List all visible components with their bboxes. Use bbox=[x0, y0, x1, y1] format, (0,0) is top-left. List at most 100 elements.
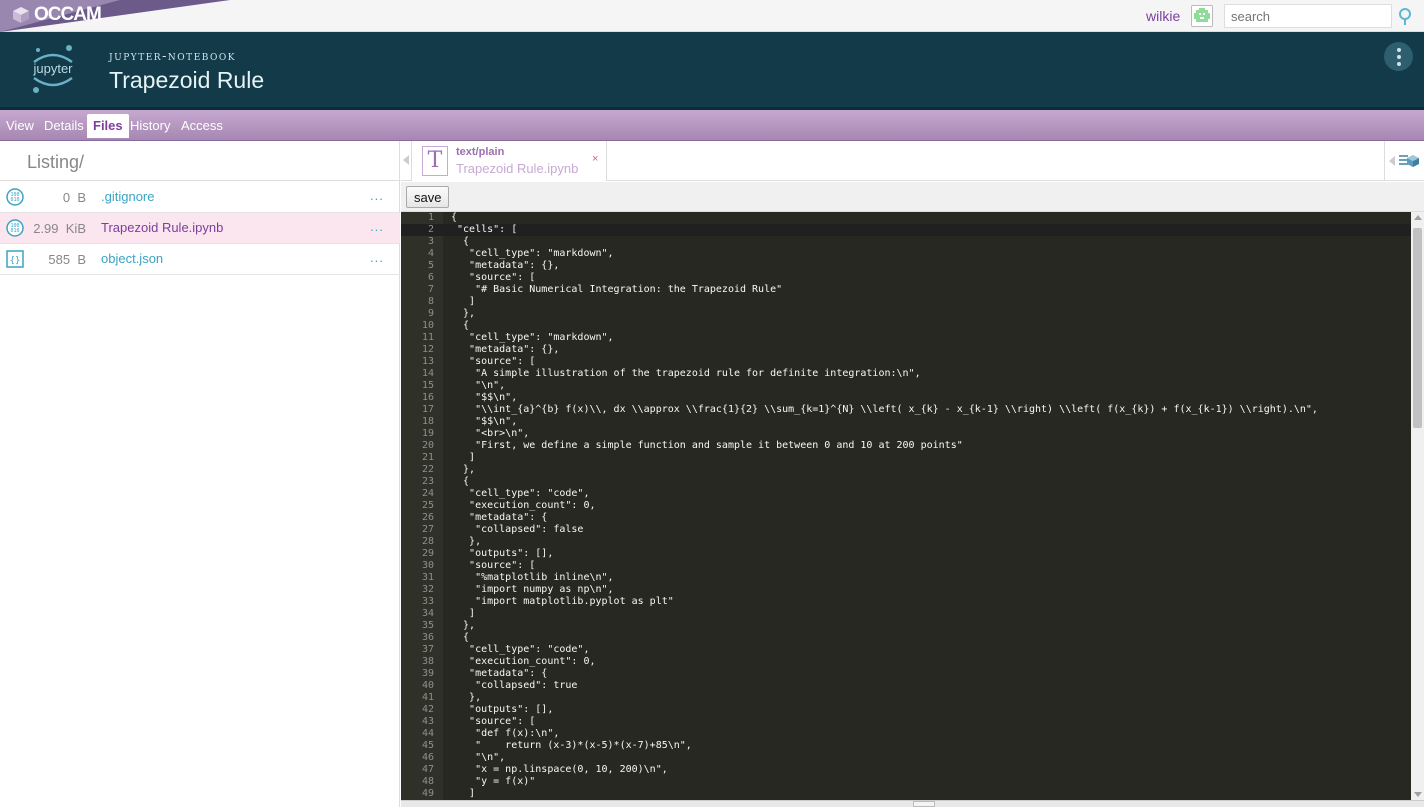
line-number: 12 bbox=[421, 344, 434, 355]
dot-icon bbox=[1396, 54, 1401, 59]
file-size: 2.99 KiB bbox=[33, 221, 86, 236]
file-name-link[interactable]: object.json bbox=[101, 251, 163, 266]
line-text: { bbox=[451, 212, 458, 223]
sidebar-toggle-icon[interactable] bbox=[1398, 153, 1420, 169]
file-mime-type: text/plain bbox=[456, 146, 505, 158]
search-icon[interactable] bbox=[1396, 6, 1416, 26]
code-line: 17 "\\int_{a}^{b} f(x)\\, dx \\approx \\… bbox=[401, 404, 1411, 416]
username-link[interactable]: wilkie bbox=[1146, 8, 1180, 24]
code-line: 4 "cell_type": "markdown", bbox=[401, 248, 1411, 260]
file-options-button[interactable]: ... bbox=[370, 188, 384, 203]
line-number: 19 bbox=[421, 428, 434, 439]
line-text: "source": [ bbox=[451, 272, 536, 283]
line-text: }, bbox=[451, 692, 482, 703]
code-line: 49 ] bbox=[401, 788, 1411, 800]
file-row[interactable]: 100 010 2.99 KiB Trapezoid Rule.ipynb ..… bbox=[0, 213, 400, 244]
line-number: 16 bbox=[421, 392, 434, 403]
line-number: 18 bbox=[421, 416, 434, 427]
file-tab[interactable]: T text/plain Trapezoid Rule.ipynb × bbox=[411, 141, 607, 181]
close-tab-icon[interactable]: × bbox=[592, 153, 598, 165]
line-number: 13 bbox=[421, 356, 434, 367]
editor-scrollbar[interactable] bbox=[1411, 212, 1424, 800]
line-text: { bbox=[451, 320, 470, 331]
file-row[interactable]: 100 010 0 B .gitignore ... bbox=[0, 182, 400, 213]
line-number: 31 bbox=[421, 572, 434, 583]
line-number: 26 bbox=[421, 512, 434, 523]
code-line: 18 "$$\n", bbox=[401, 416, 1411, 428]
line-number: 40 bbox=[421, 680, 434, 691]
cube-icon bbox=[13, 7, 29, 23]
code-line: 20 "First, we define a simple function a… bbox=[401, 440, 1411, 452]
tab-details[interactable]: Details bbox=[38, 114, 90, 138]
file-viewer-panel: T text/plain Trapezoid Rule.ipynb × save… bbox=[401, 141, 1424, 807]
line-number: 15 bbox=[421, 380, 434, 391]
line-number: 1 bbox=[427, 212, 434, 223]
line-text: { bbox=[451, 236, 470, 247]
tab-access[interactable]: Access bbox=[175, 114, 229, 138]
code-line: 16 "$$\n", bbox=[401, 392, 1411, 404]
code-line: 25 "execution_count": 0, bbox=[401, 500, 1411, 512]
line-number: 45 bbox=[421, 740, 434, 751]
resize-handle[interactable] bbox=[913, 801, 935, 807]
object-type-label: jupyter-notebook bbox=[109, 49, 237, 64]
code-line: 31 "%matplotlib inline\n", bbox=[401, 572, 1411, 584]
object-header: jupyter jupyter-notebook Trapezoid Rule bbox=[0, 32, 1424, 110]
line-text: "source": [ bbox=[451, 356, 536, 367]
code-line: 14 "A simple illustration of the trapezo… bbox=[401, 368, 1411, 380]
more-options-button[interactable] bbox=[1384, 42, 1413, 71]
line-text: "\n", bbox=[451, 752, 506, 763]
code-line: 40 "collapsed": true bbox=[401, 680, 1411, 692]
scroll-down-icon[interactable] bbox=[1414, 792, 1422, 797]
line-number: 35 bbox=[421, 620, 434, 631]
scroll-thumb[interactable] bbox=[1413, 228, 1422, 428]
divider bbox=[1384, 141, 1385, 181]
line-number: 17 bbox=[421, 404, 434, 415]
line-text: "\\int_{a}^{b} f(x)\\, dx \\approx \\fra… bbox=[451, 404, 1318, 415]
code-line: 32 "import numpy as np\n", bbox=[401, 584, 1411, 596]
code-line: 1{ bbox=[401, 212, 1411, 224]
line-number: 33 bbox=[421, 596, 434, 607]
file-name-link[interactable]: .gitignore bbox=[101, 189, 154, 204]
line-text: "cells": [ bbox=[451, 224, 518, 235]
file-options-button[interactable]: ... bbox=[370, 250, 384, 265]
code-line: 22 }, bbox=[401, 464, 1411, 476]
code-line: 28 }, bbox=[401, 536, 1411, 548]
line-text: "x = np.linspace(0, 10, 200)\n", bbox=[451, 764, 668, 775]
user-avatar[interactable] bbox=[1191, 5, 1213, 27]
line-number: 34 bbox=[421, 608, 434, 619]
tab-history[interactable]: History bbox=[124, 114, 176, 138]
file-options-button[interactable]: ... bbox=[370, 219, 384, 234]
code-line: 33 "import matplotlib.pyplot as plt" bbox=[401, 596, 1411, 608]
occam-logo[interactable]: OCCAM bbox=[12, 4, 102, 26]
code-line: 12 "metadata": {}, bbox=[401, 344, 1411, 356]
line-number: 23 bbox=[421, 476, 434, 487]
jupyter-logo-icon: jupyter bbox=[32, 45, 73, 93]
line-text: "import numpy as np\n", bbox=[451, 584, 614, 595]
code-line: 11 "cell_type": "markdown", bbox=[401, 332, 1411, 344]
listing-title[interactable]: Listing/ bbox=[27, 152, 84, 173]
line-text: "collapsed": false bbox=[451, 524, 584, 535]
tab-view[interactable]: View bbox=[0, 114, 40, 138]
code-line: 47 "x = np.linspace(0, 10, 200)\n", bbox=[401, 764, 1411, 776]
line-number: 38 bbox=[421, 656, 434, 667]
code-line: 8 ] bbox=[401, 296, 1411, 308]
tab-files[interactable]: Files bbox=[87, 114, 129, 138]
line-number: 2 bbox=[427, 224, 434, 235]
resize-bar bbox=[401, 800, 1424, 807]
search-input[interactable] bbox=[1224, 4, 1392, 28]
collapse-right-icon[interactable] bbox=[1389, 156, 1395, 166]
save-button[interactable]: save bbox=[406, 186, 450, 208]
dot-icon bbox=[1396, 47, 1401, 52]
scroll-up-icon[interactable] bbox=[1414, 215, 1422, 220]
file-row[interactable]: {} 585 B object.json ... bbox=[0, 244, 400, 275]
file-name-link[interactable]: Trapezoid Rule.ipynb bbox=[101, 220, 223, 235]
line-text: "y = f(x)" bbox=[451, 776, 536, 787]
object-tabs: View Details Files History Access bbox=[0, 110, 1424, 141]
collapse-left-icon[interactable] bbox=[403, 155, 409, 165]
line-number: 36 bbox=[421, 632, 434, 643]
line-number: 6 bbox=[427, 272, 434, 283]
line-number: 21 bbox=[421, 452, 434, 463]
code-editor[interactable]: 1{2 "cells": [3 {4 "cell_type": "markdow… bbox=[401, 212, 1424, 800]
line-number: 47 bbox=[421, 764, 434, 775]
code-line: 35 }, bbox=[401, 620, 1411, 632]
